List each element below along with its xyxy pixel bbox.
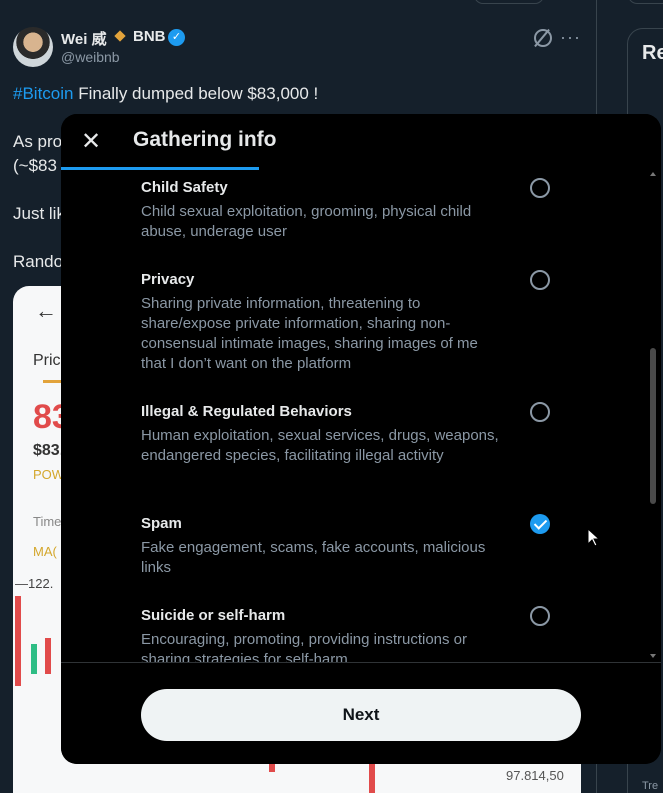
card-tab: Pric — [33, 352, 61, 369]
hashtag-link[interactable]: #Bitcoin — [13, 84, 73, 103]
report-option-spam[interactable]: Spam Fake engagement, scams, fake accoun… — [141, 514, 581, 578]
author-handle[interactable]: @weibnb — [61, 49, 120, 65]
candle — [31, 644, 37, 674]
radio-button[interactable] — [530, 178, 550, 198]
grok-icon[interactable] — [534, 29, 552, 47]
option-title: Spam — [141, 515, 182, 532]
option-description: Sharing private information, threatening… — [141, 295, 478, 372]
candle — [15, 596, 21, 686]
checkmark-icon[interactable] — [530, 514, 550, 534]
top-pill-button-right[interactable] — [628, 0, 663, 4]
scrollbar[interactable] — [647, 172, 659, 658]
option-title: Privacy — [141, 271, 195, 288]
avatar[interactable] — [13, 27, 53, 67]
scroll-down-arrow-icon[interactable] — [650, 654, 656, 658]
card-ma: MA( — [33, 544, 57, 559]
card-time: Time — [33, 514, 62, 529]
tweet-text-line-5: Rando — [13, 252, 64, 271]
right-sidebar-title: Re — [642, 42, 663, 64]
author-name[interactable]: Wei 威 — [61, 28, 107, 49]
next-button[interactable]: Next — [141, 689, 581, 741]
tweet-text-line-4: Just lik — [13, 204, 65, 223]
modal-header: ✕ Gathering info — [61, 114, 661, 170]
card-axis-low: 97.814,50 — [506, 768, 564, 783]
verified-icon: ✓ — [168, 29, 185, 46]
tweet-text: Finally dumped below $83,000 ! — [73, 84, 319, 103]
report-options-list: Child Safety Child sexual exploitation, … — [61, 170, 661, 662]
radio-button[interactable] — [530, 270, 550, 290]
report-option-child-safety[interactable]: Child Safety Child sexual exploitation, … — [141, 178, 581, 242]
modal-title: Gathering info — [133, 128, 277, 151]
more-icon[interactable]: ··· — [560, 27, 581, 48]
modal-footer: Next — [61, 662, 661, 764]
tweet-text-line-1: #Bitcoin Finally dumped below $83,000 ! — [13, 84, 318, 104]
back-arrow-icon: ← — [35, 298, 57, 323]
option-title: Suicide or self-harm — [141, 607, 286, 624]
mouse-cursor-icon — [587, 528, 601, 547]
card-axis-high: —122. — [15, 576, 54, 591]
scroll-up-arrow-icon[interactable] — [650, 172, 656, 176]
option-title: Illegal & Regulated Behaviors — [141, 403, 352, 420]
tweet-text-line-3: (~$83 — [13, 156, 57, 175]
right-sidebar-footer: Tre — [642, 780, 659, 792]
card-price-small: $83. — [33, 442, 65, 459]
candle — [369, 764, 375, 793]
radio-button[interactable] — [530, 402, 550, 422]
top-pill-button[interactable] — [474, 0, 544, 4]
report-option-privacy[interactable]: Privacy Sharing private information, thr… — [141, 270, 581, 374]
report-option-self-harm[interactable]: Suicide or self-harm Encouraging, promot… — [141, 606, 581, 662]
tweet-text-line-2: As pro — [13, 132, 63, 151]
option-description: Human exploitation, sexual services, dru… — [141, 427, 499, 464]
option-title: Child Safety — [141, 179, 228, 196]
report-modal: ✕ Gathering info Child Safety Child sexu… — [61, 114, 661, 764]
option-description: Child sexual exploitation, grooming, phy… — [141, 203, 472, 240]
report-option-illegal[interactable]: Illegal & Regulated Behaviors Human expl… — [141, 402, 581, 466]
diamond-icon — [114, 30, 126, 42]
author-brand[interactable]: BNB — [133, 28, 166, 45]
option-description: Encouraging, promoting, providing instru… — [141, 631, 468, 662]
option-description: Fake engagement, scams, fake accounts, m… — [141, 539, 486, 576]
card-tab-underline — [43, 380, 63, 383]
card-pow: POW — [33, 467, 65, 482]
radio-button[interactable] — [530, 606, 550, 626]
scrollbar-thumb[interactable] — [650, 348, 656, 504]
close-icon[interactable]: ✕ — [73, 124, 109, 160]
candle — [45, 638, 51, 674]
